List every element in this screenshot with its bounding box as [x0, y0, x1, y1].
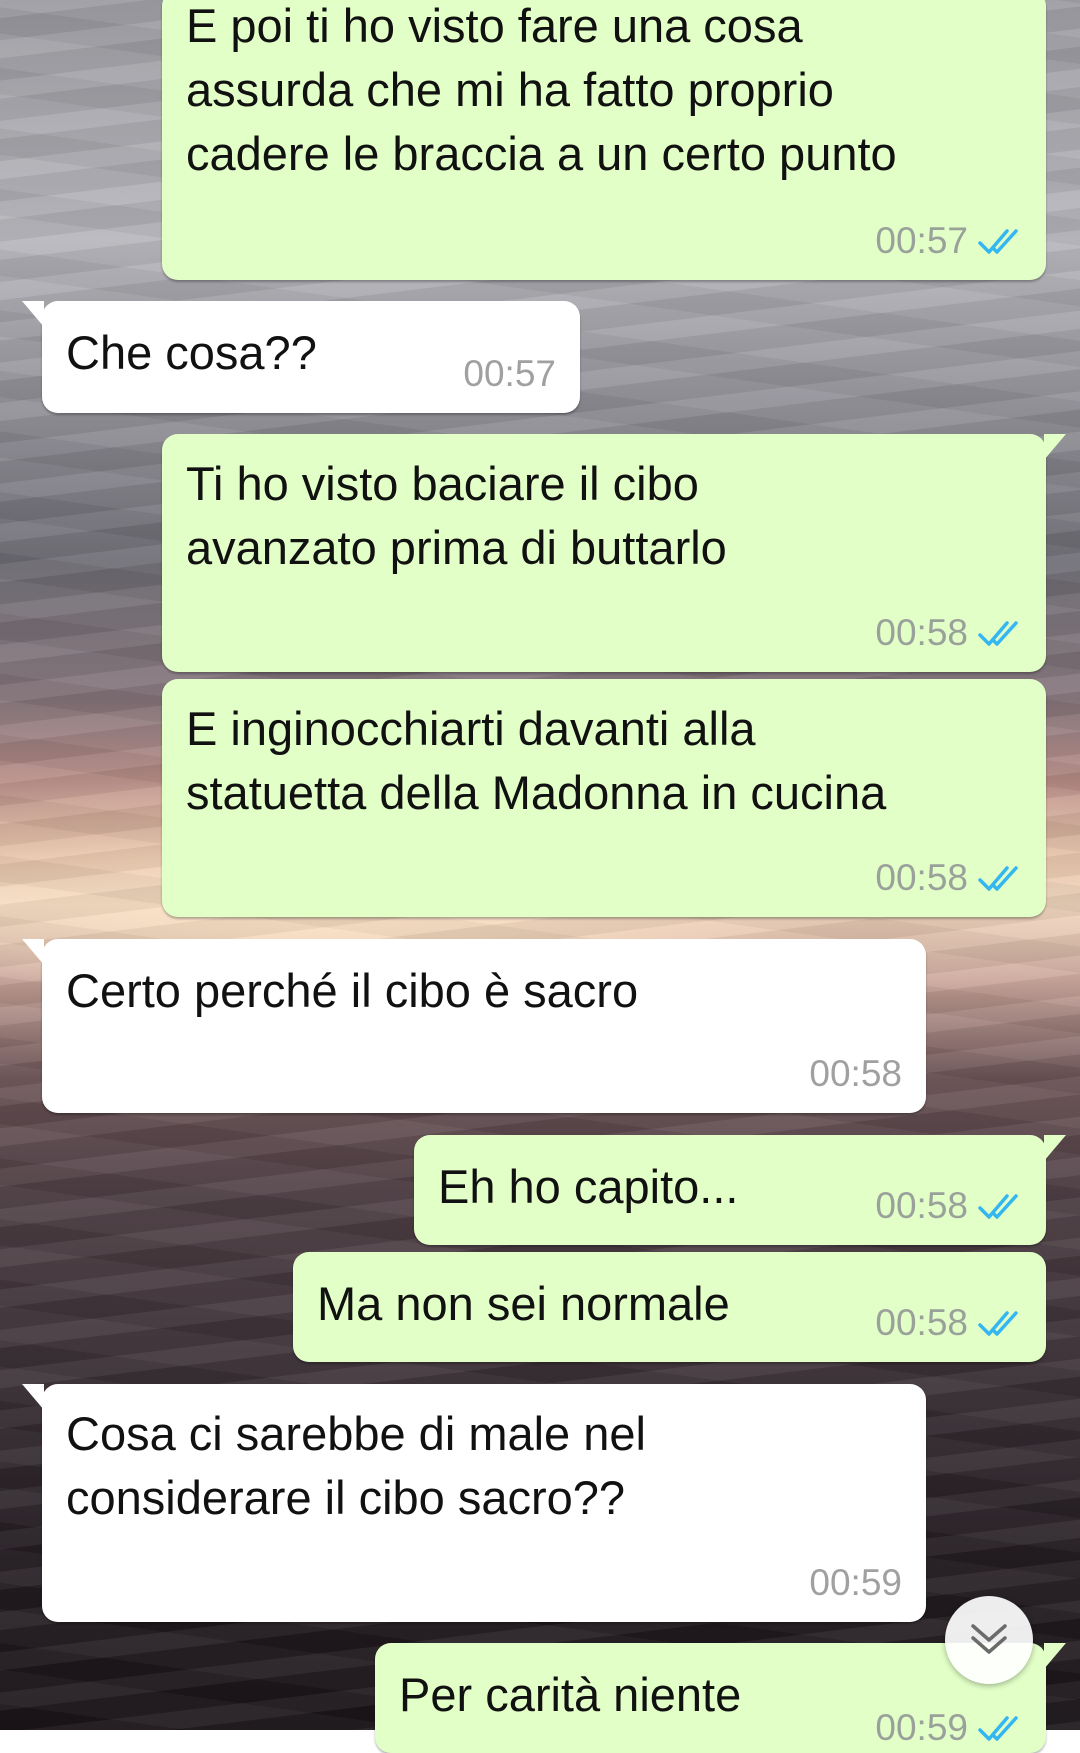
- message-time: 00:57: [875, 220, 968, 261]
- message-meta: 00:58: [875, 1185, 1022, 1227]
- message-time: 00:58: [875, 1302, 968, 1343]
- scroll-to-bottom-button[interactable]: [945, 1596, 1033, 1684]
- message-time: 00:59: [875, 1707, 968, 1748]
- message-list[interactable]: E poi ti ho visto fare una cosa assurda …: [0, 0, 1080, 1753]
- double-check-icon: [978, 1716, 1018, 1741]
- message-text: Ti ho visto baciare il cibo avanzato pri…: [186, 457, 727, 574]
- message-time: 00:58: [875, 612, 968, 653]
- message-time: 00:58: [875, 1185, 968, 1226]
- double-check-icon: [978, 1311, 1018, 1336]
- message-time: 00:59: [809, 1562, 902, 1603]
- message-time: 00:58: [809, 1053, 902, 1094]
- message-text: E inginocchiarti davanti alla statuetta …: [186, 702, 887, 819]
- message-meta: 00:58: [875, 857, 1022, 899]
- message-incoming[interactable]: Che cosa?? 00:57: [22, 301, 580, 413]
- message-meta: 00:58: [875, 612, 1022, 654]
- message-outgoing[interactable]: Ma non sei normale 00:58: [293, 1252, 1046, 1362]
- double-check-icon: [978, 866, 1018, 891]
- message-meta: 00:58: [875, 1302, 1022, 1344]
- message-incoming[interactable]: Cosa ci sarebbe di male nel considerare …: [22, 1384, 926, 1622]
- message-text: Cosa ci sarebbe di male nel considerare …: [66, 1407, 646, 1524]
- message-text: Certo perché il cibo è sacro: [66, 964, 639, 1017]
- message-incoming[interactable]: Certo perché il cibo è sacro 00:58: [22, 939, 926, 1113]
- double-check-icon: [978, 229, 1018, 254]
- message-time: 00:58: [875, 857, 968, 898]
- message-meta: 00:57: [875, 220, 1022, 262]
- message-meta: 00:57: [463, 353, 556, 395]
- message-meta: 00:58: [809, 1053, 902, 1095]
- message-outgoing[interactable]: E poi ti ho visto fare una cosa assurda …: [162, 0, 1046, 280]
- double-check-icon: [978, 621, 1018, 646]
- message-text: E poi ti ho visto fare una cosa assurda …: [186, 0, 897, 180]
- message-time: 00:57: [463, 353, 556, 394]
- double-check-icon: [978, 1194, 1018, 1219]
- message-outgoing[interactable]: Ti ho visto baciare il cibo avanzato pri…: [162, 434, 1066, 672]
- message-meta: 00:59: [875, 1707, 1022, 1749]
- message-meta: 00:59: [809, 1562, 902, 1604]
- message-outgoing[interactable]: Eh ho capito... 00:58: [414, 1135, 1066, 1245]
- message-outgoing[interactable]: E inginocchiarti davanti alla statuetta …: [162, 679, 1046, 917]
- message-outgoing[interactable]: Per carità niente 00:59: [375, 1643, 1066, 1753]
- chevron-double-down-icon: [971, 1624, 1007, 1654]
